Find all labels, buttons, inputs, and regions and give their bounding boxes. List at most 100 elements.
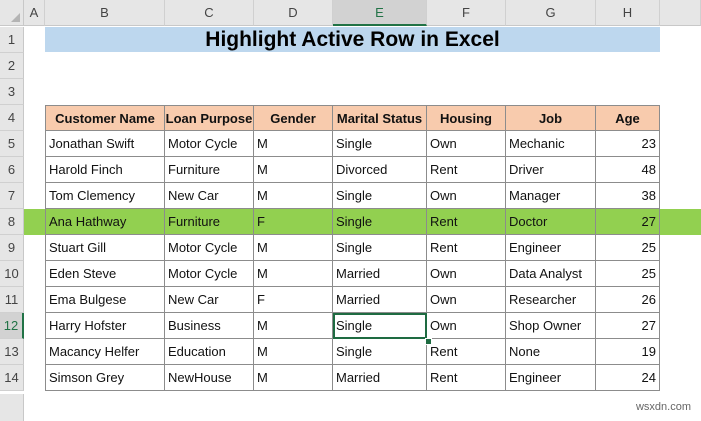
table-cell[interactable]: Motor Cycle	[165, 131, 254, 157]
table-cell[interactable]: New Car	[165, 287, 254, 313]
table-cell[interactable]: Furniture	[165, 209, 254, 235]
table-cell[interactable]: None	[506, 339, 596, 365]
table-cell[interactable]: Single	[333, 235, 427, 261]
column-header-h[interactable]: H	[596, 0, 660, 26]
table-cell[interactable]: 27	[596, 313, 660, 339]
table-header-cell[interactable]: Gender	[254, 105, 333, 131]
fill-handle[interactable]	[425, 338, 432, 345]
table-cell[interactable]: Driver	[506, 157, 596, 183]
row-header-5[interactable]: 5	[0, 131, 24, 157]
table-cell[interactable]: Business	[165, 313, 254, 339]
column-header-g[interactable]: G	[506, 0, 596, 26]
row-header-2[interactable]: 2	[0, 53, 24, 79]
active-cell[interactable]: Single	[333, 313, 427, 339]
table-cell[interactable]: 24	[596, 365, 660, 391]
table-cell[interactable]: Jonathan Swift	[45, 131, 165, 157]
table-cell[interactable]: Engineer	[506, 235, 596, 261]
table-cell[interactable]: Shop Owner	[506, 313, 596, 339]
table-cell[interactable]: Own	[427, 183, 506, 209]
table-cell[interactable]: 38	[596, 183, 660, 209]
table-cell[interactable]: M	[254, 131, 333, 157]
table-cell[interactable]: Rent	[427, 339, 506, 365]
table-cell[interactable]: F	[254, 287, 333, 313]
column-header-d[interactable]: D	[254, 0, 333, 26]
table-cell[interactable]: Harry Hofster	[45, 313, 165, 339]
table-cell[interactable]: Single	[333, 183, 427, 209]
table-cell[interactable]: Rent	[427, 235, 506, 261]
column-header-f[interactable]: F	[427, 0, 506, 26]
row-header-11[interactable]: 11	[0, 287, 24, 313]
table-cell[interactable]: Rent	[427, 157, 506, 183]
table-cell[interactable]: M	[254, 365, 333, 391]
row-header-4[interactable]: 4	[0, 105, 24, 131]
table-header-cell[interactable]: Housing	[427, 105, 506, 131]
table-cell[interactable]: Macancy Helfer	[45, 339, 165, 365]
table-cell[interactable]: Data Analyst	[506, 261, 596, 287]
table-cell[interactable]: Married	[333, 287, 427, 313]
table-cell[interactable]: 27	[596, 209, 660, 235]
table-cell[interactable]: Ana Hathway	[45, 209, 165, 235]
table-cell[interactable]: 23	[596, 131, 660, 157]
table-cell[interactable]: Rent	[427, 365, 506, 391]
table-cell[interactable]: Own	[427, 313, 506, 339]
table-header-cell[interactable]: Marital Status	[333, 105, 427, 131]
row-header-7[interactable]: 7	[0, 183, 24, 209]
table-cell[interactable]: Stuart Gill	[45, 235, 165, 261]
row-header-14[interactable]: 14	[0, 365, 24, 391]
table-cell[interactable]: Rent	[427, 209, 506, 235]
table-cell[interactable]: Own	[427, 131, 506, 157]
table-cell[interactable]: 25	[596, 261, 660, 287]
row-header-3[interactable]: 3	[0, 79, 24, 105]
table-cell[interactable]: M	[254, 313, 333, 339]
table-cell[interactable]: M	[254, 339, 333, 365]
row-header-10[interactable]: 10	[0, 261, 24, 287]
table-cell[interactable]: Motor Cycle	[165, 261, 254, 287]
table-cell[interactable]: Harold Finch	[45, 157, 165, 183]
table-cell[interactable]: Ema Bulgese	[45, 287, 165, 313]
table-header-cell[interactable]: Job	[506, 105, 596, 131]
table-cell[interactable]: 25	[596, 235, 660, 261]
table-cell[interactable]: Education	[165, 339, 254, 365]
table-cell[interactable]: Researcher	[506, 287, 596, 313]
table-cell[interactable]: Own	[427, 287, 506, 313]
table-cell[interactable]: NewHouse	[165, 365, 254, 391]
table-cell[interactable]: Simson Grey	[45, 365, 165, 391]
table-cell[interactable]: Engineer	[506, 365, 596, 391]
row-header-12[interactable]: 12	[0, 313, 24, 339]
row-header-8[interactable]: 8	[0, 209, 24, 235]
table-cell[interactable]: Divorced	[333, 157, 427, 183]
table-cell[interactable]: F	[254, 209, 333, 235]
sheet-title[interactable]: Highlight Active Row in Excel	[45, 27, 660, 52]
select-all-button[interactable]	[0, 0, 24, 26]
table-cell[interactable]: Motor Cycle	[165, 235, 254, 261]
table-cell[interactable]: Single	[333, 209, 427, 235]
column-header-b[interactable]: B	[45, 0, 165, 26]
table-cell[interactable]: 48	[596, 157, 660, 183]
table-cell[interactable]: Married	[333, 261, 427, 287]
table-cell[interactable]: 26	[596, 287, 660, 313]
table-cell[interactable]: M	[254, 183, 333, 209]
table-cell[interactable]: M	[254, 157, 333, 183]
table-header-cell[interactable]: Customer Name	[45, 105, 165, 131]
table-header-cell[interactable]: Loan Purpose	[165, 105, 254, 131]
table-cell[interactable]: Single	[333, 339, 427, 365]
table-cell[interactable]: Doctor	[506, 209, 596, 235]
table-cell[interactable]: M	[254, 261, 333, 287]
table-cell[interactable]: 19	[596, 339, 660, 365]
row-header-13[interactable]: 13	[0, 339, 24, 365]
table-cell[interactable]: Own	[427, 261, 506, 287]
column-header-a[interactable]: A	[24, 0, 45, 26]
table-cell[interactable]: Mechanic	[506, 131, 596, 157]
row-header-9[interactable]: 9	[0, 235, 24, 261]
table-cell[interactable]: Furniture	[165, 157, 254, 183]
row-header-6[interactable]: 6	[0, 157, 24, 183]
table-cell[interactable]: Manager	[506, 183, 596, 209]
column-header-e[interactable]: E	[333, 0, 427, 26]
table-cell[interactable]: M	[254, 235, 333, 261]
column-header-c[interactable]: C	[165, 0, 254, 26]
row-header-1[interactable]: 1	[0, 27, 24, 53]
table-cell[interactable]: Single	[333, 131, 427, 157]
table-cell[interactable]: Married	[333, 365, 427, 391]
table-cell[interactable]: New Car	[165, 183, 254, 209]
table-cell[interactable]: Tom Clemency	[45, 183, 165, 209]
